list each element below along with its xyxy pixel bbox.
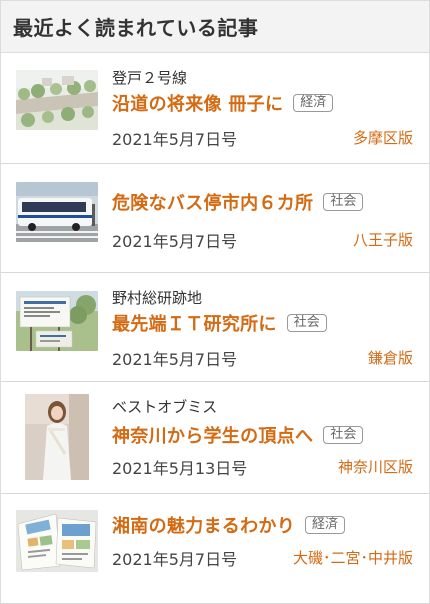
article-title-row: 湘南の魅力まるわかり 経済 (112, 512, 346, 538)
category-tag: 社会 (323, 426, 364, 444)
article-title[interactable]: 湘南の魅力まるわかり (112, 512, 295, 538)
article-thumbnail[interactable] (16, 510, 98, 572)
article-title[interactable]: 最先端ＩＴ研究所に (112, 310, 277, 336)
guidebook-pages-photo (16, 510, 98, 572)
article-date: 2021年5月7日号 (112, 350, 238, 369)
article-item[interactable]: 湘南の魅力まるわかり 経済 2021年5月7日号 大磯･二宮･中井版 (1, 494, 429, 604)
widget-title: 最近よく読まれている記事 (13, 16, 259, 40)
article-title-row: 沿道の将来像 冊子に 経済 (112, 90, 334, 116)
article-date: 2021年5月7日号 (112, 550, 238, 569)
article-edition[interactable]: 鎌倉版 (368, 347, 413, 368)
article-supertitle: ベストオブミス (112, 398, 218, 416)
article-date: 2021年5月7日号 (112, 232, 238, 251)
article-list: 登戸２号線 沿道の将来像 冊子に 経済 2021年5月7日号 多摩区版 危険なバ… (1, 53, 429, 604)
article-item[interactable]: 登戸２号線 沿道の将来像 冊子に 経済 2021年5月7日号 多摩区版 (1, 53, 429, 164)
article-supertitle: 登戸２号線 (112, 69, 188, 87)
article-thumbnail[interactable] (16, 182, 98, 242)
article-edition[interactable]: 八王子版 (353, 229, 413, 250)
article-title[interactable]: 神奈川から学生の頂点へ (112, 422, 313, 448)
article-title-row: 最先端ＩＴ研究所に 社会 (112, 310, 327, 336)
article-date: 2021年5月13日号 (112, 459, 248, 478)
woman-in-white-dress-photo (25, 394, 89, 480)
article-thumbnail[interactable] (16, 70, 98, 130)
category-tag: 経済 (293, 94, 334, 112)
article-item[interactable]: ベストオブミス 神奈川から学生の頂点へ 社会 2021年5月13日号 神奈川区版 (1, 382, 429, 494)
article-title[interactable]: 沿道の将来像 冊子に (112, 90, 283, 116)
article-thumbnail[interactable] (16, 291, 98, 351)
article-title[interactable]: 危険なバス停市内６カ所 (112, 189, 313, 215)
article-title-row: 危険なバス停市内６カ所 社会 (112, 189, 364, 215)
article-item[interactable]: 危険なバス停市内６カ所 社会 2021年5月7日号 八王子版 (1, 164, 429, 273)
article-item[interactable]: 野村総研跡地 最先端ＩＴ研究所に 社会 2021年5月7日号 鎌倉版 (1, 273, 429, 382)
widget-header: 最近よく読まれている記事 (1, 1, 429, 53)
article-thumbnail[interactable] (25, 394, 89, 480)
research-site-signboard-photo (16, 291, 98, 351)
category-tag: 社会 (323, 193, 364, 211)
article-edition[interactable]: 大磯･二宮･中井版 (293, 547, 413, 568)
category-tag: 経済 (305, 516, 346, 534)
article-supertitle: 野村総研跡地 (112, 289, 203, 307)
aerial-street-view-illustration (16, 70, 98, 130)
article-edition[interactable]: 多摩区版 (353, 127, 413, 148)
article-date: 2021年5月7日号 (112, 130, 238, 149)
article-edition[interactable]: 神奈川区版 (338, 456, 413, 477)
article-title-row: 神奈川から学生の頂点へ 社会 (112, 422, 364, 448)
category-tag: 社会 (286, 314, 327, 332)
bus-at-stop-photo (16, 182, 98, 242)
popular-articles-widget: 最近よく読まれている記事 登戸２号線 沿道の将来像 冊子に 経済 2021年5月… (0, 0, 430, 604)
